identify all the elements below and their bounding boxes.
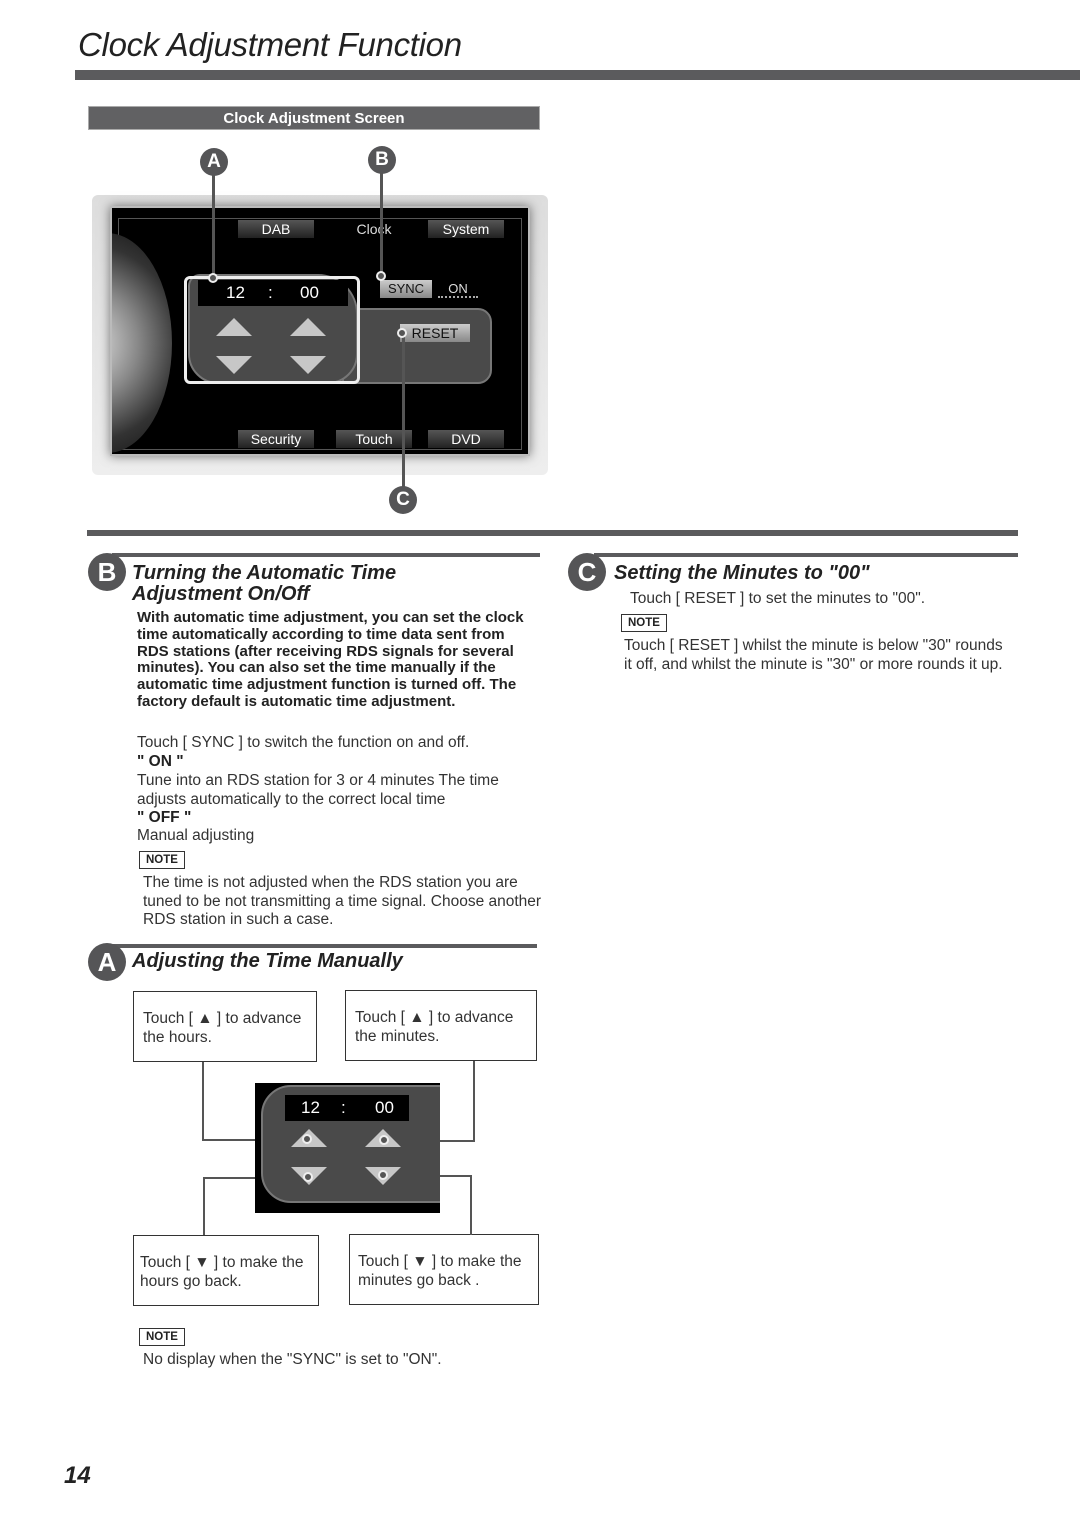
- connector-minutes-up-v: [473, 1061, 475, 1141]
- section-b-intro: With automatic time adjustment, you can …: [137, 609, 524, 710]
- title-rule: [75, 70, 1080, 80]
- section-c-instruction: Touch [ RESET ] to set the minutes to "0…: [630, 590, 926, 607]
- section-a-note-text: No display when the "SYNC" is set to "ON…: [143, 1351, 442, 1368]
- leader-line-c: [402, 333, 405, 488]
- on-label: " ON ": [137, 753, 184, 770]
- off-label: " OFF ": [137, 809, 192, 826]
- leader-line-a: [212, 175, 215, 278]
- section-b-note-text: The time is not adjusted when the RDS st…: [143, 874, 542, 928]
- screen-figure-label: Clock Adjustment Screen: [88, 106, 540, 130]
- section-b-title-line1: Turning the Automatic Time: [132, 562, 397, 584]
- reset-panel: [342, 308, 492, 384]
- section-c-marker: C: [568, 553, 606, 591]
- section-b-title-line2: Adjustment On/Off: [132, 583, 310, 605]
- section-b-rule: [112, 553, 540, 557]
- section-b-marker: B: [88, 553, 126, 591]
- callout-minutes-down: Touch [ ▼ ] to make the minutes go back …: [349, 1234, 539, 1305]
- section-b-title: Turning the Automatic Time Adjustment On…: [132, 563, 396, 605]
- device-screen: DAB Clock System 12 : 00 SYNC ON RESET S…: [110, 206, 530, 456]
- tab-touch[interactable]: Touch: [336, 430, 412, 448]
- marker-a: A: [200, 148, 228, 176]
- leader-dot-b: [376, 271, 386, 281]
- callout-minutes-up: Touch [ ▲ ] to advance the minutes.: [345, 990, 537, 1061]
- sync-button[interactable]: SYNC: [380, 280, 432, 298]
- callout-hours-up: Touch [ ▲ ] to advance the hours.: [133, 991, 317, 1062]
- section-a-marker: A: [88, 943, 126, 981]
- connector-minutes-down-v: [470, 1175, 472, 1235]
- mini-time-display: 12 : 00: [285, 1095, 409, 1121]
- reset-button[interactable]: RESET: [400, 324, 470, 342]
- section-a-rule: [112, 944, 537, 948]
- section-divider: [87, 530, 1018, 536]
- on-description: Tune into an RDS station for 3 or 4 minu…: [137, 772, 499, 808]
- leader-line-b: [380, 173, 383, 275]
- dot-hours-up: [302, 1134, 312, 1144]
- mini-clock-screen: 12 : 00: [255, 1083, 440, 1213]
- section-c-rule: [594, 553, 1018, 557]
- off-description: Manual adjusting: [137, 827, 255, 844]
- page-number: 14: [64, 1462, 91, 1489]
- leader-dot-a: [208, 273, 218, 283]
- mini-hours-value: 12: [301, 1098, 320, 1117]
- dot-minutes-up: [379, 1135, 389, 1145]
- connector-hours-down-v: [203, 1177, 205, 1235]
- dot-hours-down: [303, 1172, 313, 1182]
- section-c-note-text: Touch [ RESET ] whilst the minute is bel…: [624, 637, 1003, 673]
- tab-dvd[interactable]: DVD: [428, 430, 504, 448]
- marker-b: B: [368, 146, 396, 174]
- marker-c: C: [389, 486, 417, 514]
- mini-time-separator: :: [341, 1098, 346, 1117]
- mini-minutes-value: 00: [375, 1098, 394, 1117]
- sync-value: ON: [438, 280, 478, 298]
- section-b-instruction: Touch [ SYNC ] to switch the function on…: [137, 734, 470, 751]
- callout-hours-down: Touch [ ▼ ] to make the hours go back.: [133, 1235, 319, 1306]
- section-c-title: Setting the Minutes to "00": [614, 562, 870, 584]
- page-title: Clock Adjustment Function: [78, 26, 462, 63]
- section-b-note-badge: NOTE: [139, 851, 185, 869]
- section-a-title: Adjusting the Time Manually: [132, 950, 403, 972]
- tab-clock[interactable]: Clock: [336, 220, 412, 238]
- dot-minutes-down: [378, 1170, 388, 1180]
- section-a-note-badge: NOTE: [139, 1328, 185, 1346]
- connector-hours-up-v: [202, 1062, 204, 1140]
- tab-system[interactable]: System: [428, 220, 504, 238]
- tab-security[interactable]: Security: [238, 430, 314, 448]
- leader-dot-c: [397, 328, 407, 338]
- tab-dab[interactable]: DAB: [238, 220, 314, 238]
- section-c-note-badge: NOTE: [621, 614, 667, 632]
- time-highlight-box: [184, 276, 360, 384]
